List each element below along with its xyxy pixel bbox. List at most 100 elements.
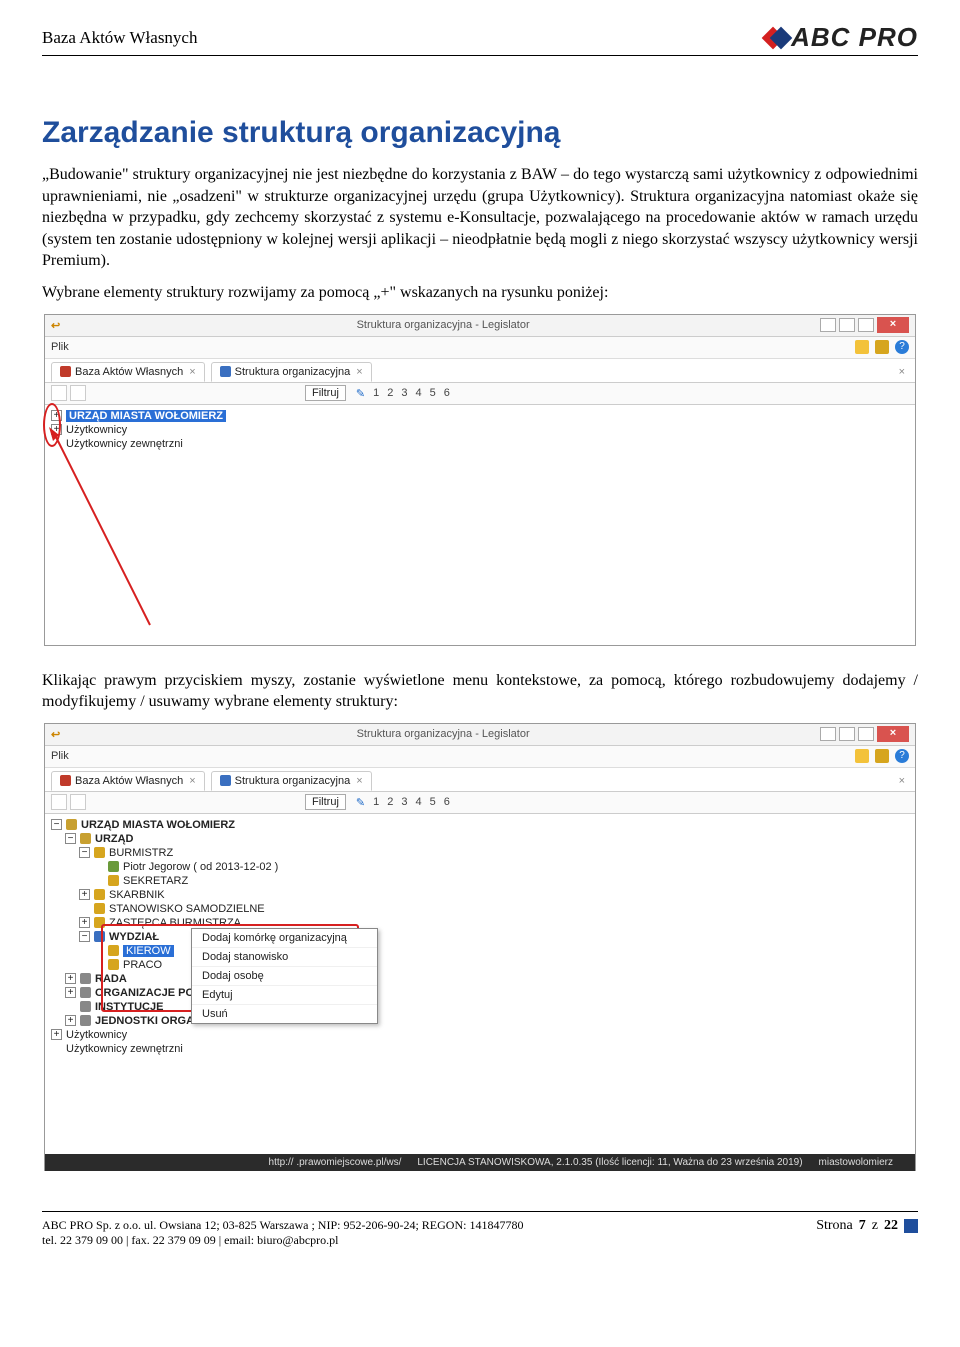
- back-arrow-icon[interactable]: ↩: [51, 319, 60, 332]
- menu-usun[interactable]: Usuń: [192, 1005, 377, 1023]
- tree-node[interactable]: +JEDNOSTKI ORGANI: [51, 1014, 909, 1028]
- tree-node[interactable]: + SKARBNIK: [51, 888, 909, 902]
- tab-label: Baza Aktów Własnych: [75, 775, 183, 787]
- tree-node[interactable]: Piotr Jegorow ( od 2013-12-02 ): [51, 860, 909, 874]
- collapse-icon[interactable]: −: [51, 819, 62, 830]
- tree-node-label: Użytkownicy: [66, 1029, 127, 1041]
- help-icon[interactable]: [820, 727, 836, 741]
- expand-icon[interactable]: +: [65, 973, 76, 984]
- tab-label: Struktura organizacyjna: [235, 775, 351, 787]
- tool-icon-2[interactable]: [70, 794, 86, 810]
- tree-node[interactable]: − URZĄD: [51, 832, 909, 846]
- maximize-icon[interactable]: [858, 727, 874, 741]
- close-icon[interactable]: ×: [877, 317, 909, 333]
- tree-node[interactable]: Użytkownicy zewnętrzni: [51, 1042, 909, 1056]
- paragraph-1: „Budowanie" struktury organizacyjnej nie…: [42, 164, 918, 272]
- app-titlebar: ↩ Struktura organizacyjna - Legislator ×: [45, 315, 915, 337]
- context-menu: Dodaj komórkę organizacyjną Dodaj stanow…: [191, 928, 378, 1024]
- expand-icon[interactable]: +: [65, 987, 76, 998]
- tree-node-uzytkownicy-zew[interactable]: Użytkownicy zewnętrzni: [51, 437, 909, 451]
- status-bar: http:// .prawomiejscowe.pl/ws/ LICENCJA …: [45, 1154, 915, 1171]
- tree-node[interactable]: SEKRETARZ: [51, 874, 909, 888]
- level-4[interactable]: 4: [415, 796, 421, 808]
- menu-dodaj-osobe[interactable]: Dodaj osobę: [192, 967, 377, 986]
- icon-shield[interactable]: [875, 340, 889, 354]
- icon-help[interactable]: ?: [895, 749, 909, 763]
- level-1[interactable]: 1: [373, 387, 379, 399]
- tree-node-label: URZĄD: [95, 833, 134, 845]
- status-license: LICENCJA STANOWISKOWA, 2.1.0.35 (Ilość l…: [417, 1157, 802, 1168]
- app-menubar: Plik ?: [45, 746, 915, 768]
- tab-close-icon[interactable]: ×: [356, 775, 362, 787]
- back-arrow-icon[interactable]: ↩: [51, 728, 60, 741]
- menu-plik[interactable]: Plik: [51, 750, 69, 762]
- icon-folder[interactable]: [855, 749, 869, 763]
- filter-button[interactable]: Filtruj: [305, 794, 346, 810]
- level-5[interactable]: 5: [430, 387, 436, 399]
- edit-icon[interactable]: ✎: [356, 387, 365, 400]
- app-window-title: Struktura organizacyjna - Legislator: [66, 319, 820, 331]
- collapse-icon[interactable]: −: [79, 847, 90, 858]
- expand-icon[interactable]: +: [79, 917, 90, 928]
- collapse-icon[interactable]: −: [79, 931, 90, 942]
- tree-node[interactable]: −BURMISTRZ: [51, 846, 909, 860]
- maximize-icon[interactable]: [858, 318, 874, 332]
- level-3[interactable]: 3: [401, 387, 407, 399]
- minimize-icon[interactable]: [839, 318, 855, 332]
- level-6[interactable]: 6: [444, 387, 450, 399]
- tree-node[interactable]: + Użytkownicy: [51, 1028, 909, 1042]
- level-3[interactable]: 3: [401, 796, 407, 808]
- tool-icon-1[interactable]: [51, 794, 67, 810]
- close-all-tabs-icon[interactable]: ×: [899, 775, 909, 787]
- help-icon[interactable]: [820, 318, 836, 332]
- tree-node-urzad-miasta[interactable]: + URZĄD MIASTA WOŁOMIERZ: [51, 409, 909, 423]
- level-1[interactable]: 1: [373, 796, 379, 808]
- icon-shield[interactable]: [875, 749, 889, 763]
- tab-struktura[interactable]: Struktura organizacyjna ×: [211, 771, 372, 791]
- tab-baza-aktow[interactable]: Baza Aktów Własnych ×: [51, 362, 205, 382]
- filter-button[interactable]: Filtruj: [305, 385, 346, 401]
- icon-folder[interactable]: [855, 340, 869, 354]
- collapse-icon[interactable]: −: [65, 833, 76, 844]
- menu-plik[interactable]: Plik: [51, 341, 69, 353]
- close-all-tabs-icon[interactable]: ×: [899, 366, 909, 378]
- unit-icon: [80, 973, 91, 984]
- tool-icon-2[interactable]: [70, 385, 86, 401]
- tool-icon-1[interactable]: [51, 385, 67, 401]
- tab-close-icon[interactable]: ×: [189, 366, 195, 378]
- expand-icon[interactable]: +: [79, 889, 90, 900]
- expand-icon[interactable]: +: [51, 1029, 62, 1040]
- tab-label: Baza Aktów Własnych: [75, 366, 183, 378]
- level-5[interactable]: 5: [430, 796, 436, 808]
- menu-dodaj-komorke[interactable]: Dodaj komórkę organizacyjną: [192, 929, 377, 948]
- level-2[interactable]: 2: [387, 796, 393, 808]
- tree-node-label: Użytkownicy zewnętrzni: [66, 1043, 183, 1055]
- tab-close-icon[interactable]: ×: [189, 775, 195, 787]
- icon-help[interactable]: ?: [895, 340, 909, 354]
- edit-icon[interactable]: ✎: [356, 796, 365, 809]
- tree-node[interactable]: −URZĄD MIASTA WOŁOMIERZ: [51, 818, 909, 832]
- status-url: http:// .prawomiejscowe.pl/ws/: [269, 1157, 402, 1168]
- tab-struktura[interactable]: Struktura organizacyjna ×: [211, 362, 372, 382]
- expand-icon[interactable]: +: [65, 1015, 76, 1026]
- unit-icon: [80, 987, 91, 998]
- tab-baza-aktow[interactable]: Baza Aktów Własnych ×: [51, 771, 205, 791]
- page-marker-icon: [904, 1219, 918, 1233]
- menu-dodaj-stanowisko[interactable]: Dodaj stanowisko: [192, 948, 377, 967]
- menu-edytuj[interactable]: Edytuj: [192, 986, 377, 1005]
- level-4[interactable]: 4: [415, 387, 421, 399]
- tab-close-icon[interactable]: ×: [356, 366, 362, 378]
- minimize-icon[interactable]: [839, 727, 855, 741]
- level-2[interactable]: 2: [387, 387, 393, 399]
- tree-view: −URZĄD MIASTA WOŁOMIERZ −URZĄD −BURMISTR…: [45, 814, 915, 1154]
- app-toolbar: Filtruj ✎ 1 2 3 4 5 6: [45, 792, 915, 814]
- tree-node-label: Użytkownicy zewnętrzni: [66, 438, 183, 450]
- tree-node-uzytkownicy[interactable]: + Użytkownicy: [51, 423, 909, 437]
- close-icon[interactable]: ×: [877, 726, 909, 742]
- tree-node[interactable]: STANOWISKO SAMODZIELNE: [51, 902, 909, 916]
- tree-node-label: SKARBNIK: [109, 889, 165, 901]
- screenshot-1: ↩ Struktura organizacyjna - Legislator ×…: [44, 314, 916, 646]
- tab-icon: [220, 366, 231, 377]
- level-6[interactable]: 6: [444, 796, 450, 808]
- org-icon: [94, 889, 105, 900]
